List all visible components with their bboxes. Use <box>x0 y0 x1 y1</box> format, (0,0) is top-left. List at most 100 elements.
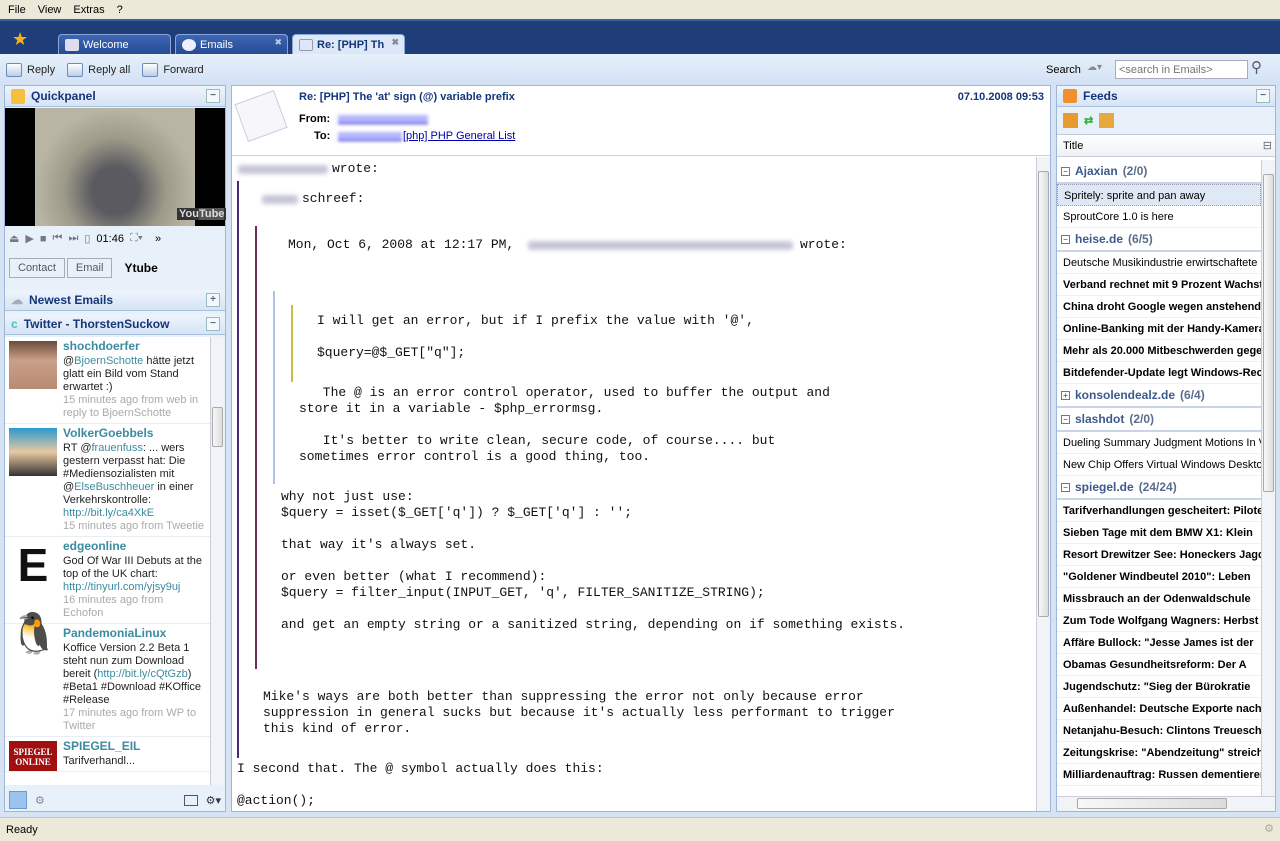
seek-slider[interactable]: ▯ <box>84 232 90 245</box>
menu-help[interactable]: ? <box>113 4 131 16</box>
feed-group-header[interactable]: − Ajaxian (2/0) <box>1057 160 1261 184</box>
feed-item[interactable]: Mehr als 20.000 Mitbeschwerden gegen <box>1057 340 1261 362</box>
chat-icon[interactable] <box>9 791 27 809</box>
refresh-feeds-icon[interactable]: ⇄ <box>1084 114 1093 127</box>
feed-item[interactable]: "Goldener Windbeutel 2010": Leben <box>1057 566 1261 588</box>
feed-item[interactable]: Affäre Bullock: "Jesse James ist der <box>1057 632 1261 654</box>
feed-item[interactable]: Verband rechnet mit 9 Prozent Wachstum <box>1057 274 1261 296</box>
tweet-scrollbar[interactable] <box>210 337 224 785</box>
feed-group-header[interactable]: + konsolendealz.de (6/4) <box>1057 384 1261 408</box>
feed-settings-icon[interactable] <box>1099 113 1115 128</box>
video-player[interactable]: YouTube <box>5 108 227 226</box>
eject-icon[interactable]: ⏏ <box>9 232 19 245</box>
feed-item[interactable]: Online-Banking mit der Handy-Kamera <box>1057 318 1261 340</box>
feed-item[interactable]: Tarifverhandlungen gescheitert: Piloten <box>1057 500 1261 522</box>
status-settings-icon[interactable]: ⚙ <box>1264 822 1274 835</box>
play-icon[interactable]: ▶ <box>25 232 33 245</box>
tweet-user[interactable]: SPIEGEL_EIL <box>63 739 206 754</box>
expand-button[interactable]: + <box>206 293 220 307</box>
url-link[interactable]: http://tinyurl.com/yjsy9uj <box>63 581 180 593</box>
video-controls: ⏏ ▶ ■ ⏮ ⏭ ▯ 01:46 ⛶▾ » <box>9 232 161 245</box>
menu-view[interactable]: View <box>34 4 70 16</box>
tab-email[interactable]: Email <box>66 258 113 278</box>
to-address-link[interactable] <box>338 132 402 141</box>
feed-item[interactable]: China droht Google wegen anstehender <box>1057 296 1261 318</box>
email-scrollbar[interactable] <box>1036 157 1050 811</box>
reply-button[interactable]: Reply <box>6 62 61 77</box>
next-icon[interactable]: ⏭ <box>68 232 78 245</box>
expand-toggle-icon[interactable]: − <box>1061 166 1070 176</box>
expand-toggle-icon[interactable]: − <box>1061 482 1070 492</box>
feed-item[interactable]: Milliardenauftrag: Russen dementieren <box>1057 764 1261 786</box>
feed-item[interactable]: Zum Tode Wolfgang Wagners: Herbst <box>1057 610 1261 632</box>
tab-ytube[interactable]: Ytube <box>114 258 167 278</box>
tab-welcome[interactable]: Welcome <box>58 34 171 56</box>
feeds-scrollbar[interactable] <box>1261 160 1275 796</box>
collapse-button[interactable]: − <box>206 317 220 331</box>
twitter-header[interactable]: c Twitter - ThorstenSuckow − <box>5 314 225 335</box>
search-scope-dropdown[interactable]: ☁▾ <box>1087 62 1102 73</box>
feed-item[interactable]: Netanjahu-Besuch: Clintons Treueschwur <box>1057 720 1261 742</box>
body-line: $query=@$_GET["q"]; <box>317 345 466 360</box>
contacts-icon[interactable]: ⚙ <box>35 794 45 807</box>
settings-icon[interactable]: ⚙▾ <box>206 794 221 807</box>
feed-item[interactable]: Missbrauch an der Odenwaldschule <box>1057 588 1261 610</box>
mention-link[interactable]: BjoernSchotte <box>74 355 143 367</box>
expand-toggle-icon[interactable]: − <box>1061 234 1070 244</box>
collapse-button[interactable]: − <box>206 89 220 103</box>
feed-item[interactable]: Bitdefender-Update legt Windows-Rechner <box>1057 362 1261 384</box>
column-header-title[interactable]: Title ⊟ <box>1057 135 1275 157</box>
tweet-user[interactable]: shochdoerfer <box>63 339 206 354</box>
feed-item[interactable]: Zeitungskrise: "Abendzeitung" streicht <box>1057 742 1261 764</box>
email-date: 07.10.2008 09:53 <box>957 91 1044 103</box>
tab-email-message[interactable]: Re: [PHP] Th ✖ <box>292 34 405 56</box>
add-feed-icon[interactable] <box>1063 113 1078 128</box>
search-icon[interactable]: ⚲ <box>1251 58 1262 76</box>
expand-toggle-icon[interactable]: − <box>1061 414 1070 424</box>
feed-item[interactable]: New Chip Offers Virtual Windows Desktop <box>1057 454 1261 476</box>
newest-emails-header[interactable]: ☁ Newest Emails + <box>5 290 225 311</box>
reply-all-button[interactable]: Reply all <box>67 62 136 77</box>
close-tab-icon[interactable]: ✖ <box>391 37 399 48</box>
tweet-user[interactable]: PandemoniaLinux <box>63 626 206 641</box>
expand-toggle-icon[interactable]: + <box>1061 390 1070 400</box>
feed-item[interactable]: Deutsche Musikindustrie erwirtschaftete <box>1057 252 1261 274</box>
from-address-link[interactable] <box>338 115 428 124</box>
menu-extras[interactable]: Extras <box>69 4 112 16</box>
mention-link[interactable]: ElseBuschheuer <box>74 481 154 493</box>
search-input[interactable] <box>1115 60 1248 79</box>
mention-link[interactable]: frauenfuss <box>92 442 143 454</box>
feed-group-header[interactable]: − heise.de (6/5) <box>1057 228 1261 252</box>
stop-icon[interactable]: ■ <box>40 233 47 245</box>
menu-file[interactable]: File <box>4 4 34 16</box>
prev-icon[interactable]: ⏮ <box>53 232 63 245</box>
tab-emails[interactable]: Emails ✖ <box>175 34 288 56</box>
feed-item[interactable]: Dueling Summary Judgment Motions In V <box>1057 432 1261 454</box>
to-list-link[interactable]: [php] PHP General List <box>403 130 515 142</box>
feed-item[interactable]: Spritely: sprite and pan away <box>1057 184 1261 206</box>
reply-label: Reply <box>27 63 56 76</box>
feed-item[interactable]: Außenhandel: Deutsche Exporte nach <box>1057 698 1261 720</box>
more-icon[interactable]: » <box>155 233 161 245</box>
feeds-hscrollbar[interactable] <box>1057 796 1275 811</box>
url-link[interactable]: http://bit.ly/ca4XkE <box>63 507 154 519</box>
tweet-user[interactable]: VolkerGoebbels <box>63 426 206 441</box>
star-icon[interactable]: ★ <box>12 29 28 50</box>
url-link[interactable]: http://bit.ly/cQtGzb <box>97 668 187 680</box>
feed-item[interactable]: Resort Drewitzer See: Honeckers Jagd <box>1057 544 1261 566</box>
feed-item[interactable]: Obamas Gesundheitsreform: Der A <box>1057 654 1261 676</box>
forward-button[interactable]: Forward <box>142 62 209 77</box>
close-tab-icon[interactable]: ✖ <box>274 37 282 48</box>
feed-group-header[interactable]: − slashdot (2/0) <box>1057 408 1261 432</box>
fullscreen-icon[interactable]: ⛶▾ <box>130 232 143 245</box>
feed-item[interactable]: Jugendschutz: "Sieg der Bürokratie <box>1057 676 1261 698</box>
feed-item[interactable]: Sieben Tage mit dem BMW X1: Klein <box>1057 522 1261 544</box>
panel-icon[interactable] <box>183 794 198 806</box>
feed-item[interactable]: SproutCore 1.0 is here <box>1057 206 1261 228</box>
forward-label: Forward <box>163 63 204 76</box>
feed-group-header[interactable]: − spiegel.de (24/24) <box>1057 476 1261 500</box>
collapse-button[interactable]: − <box>1256 89 1270 103</box>
tab-contact[interactable]: Contact <box>9 258 65 278</box>
column-menu-icon[interactable]: ⊟ <box>1263 135 1272 157</box>
tweet-user[interactable]: edgeonline <box>63 539 206 554</box>
